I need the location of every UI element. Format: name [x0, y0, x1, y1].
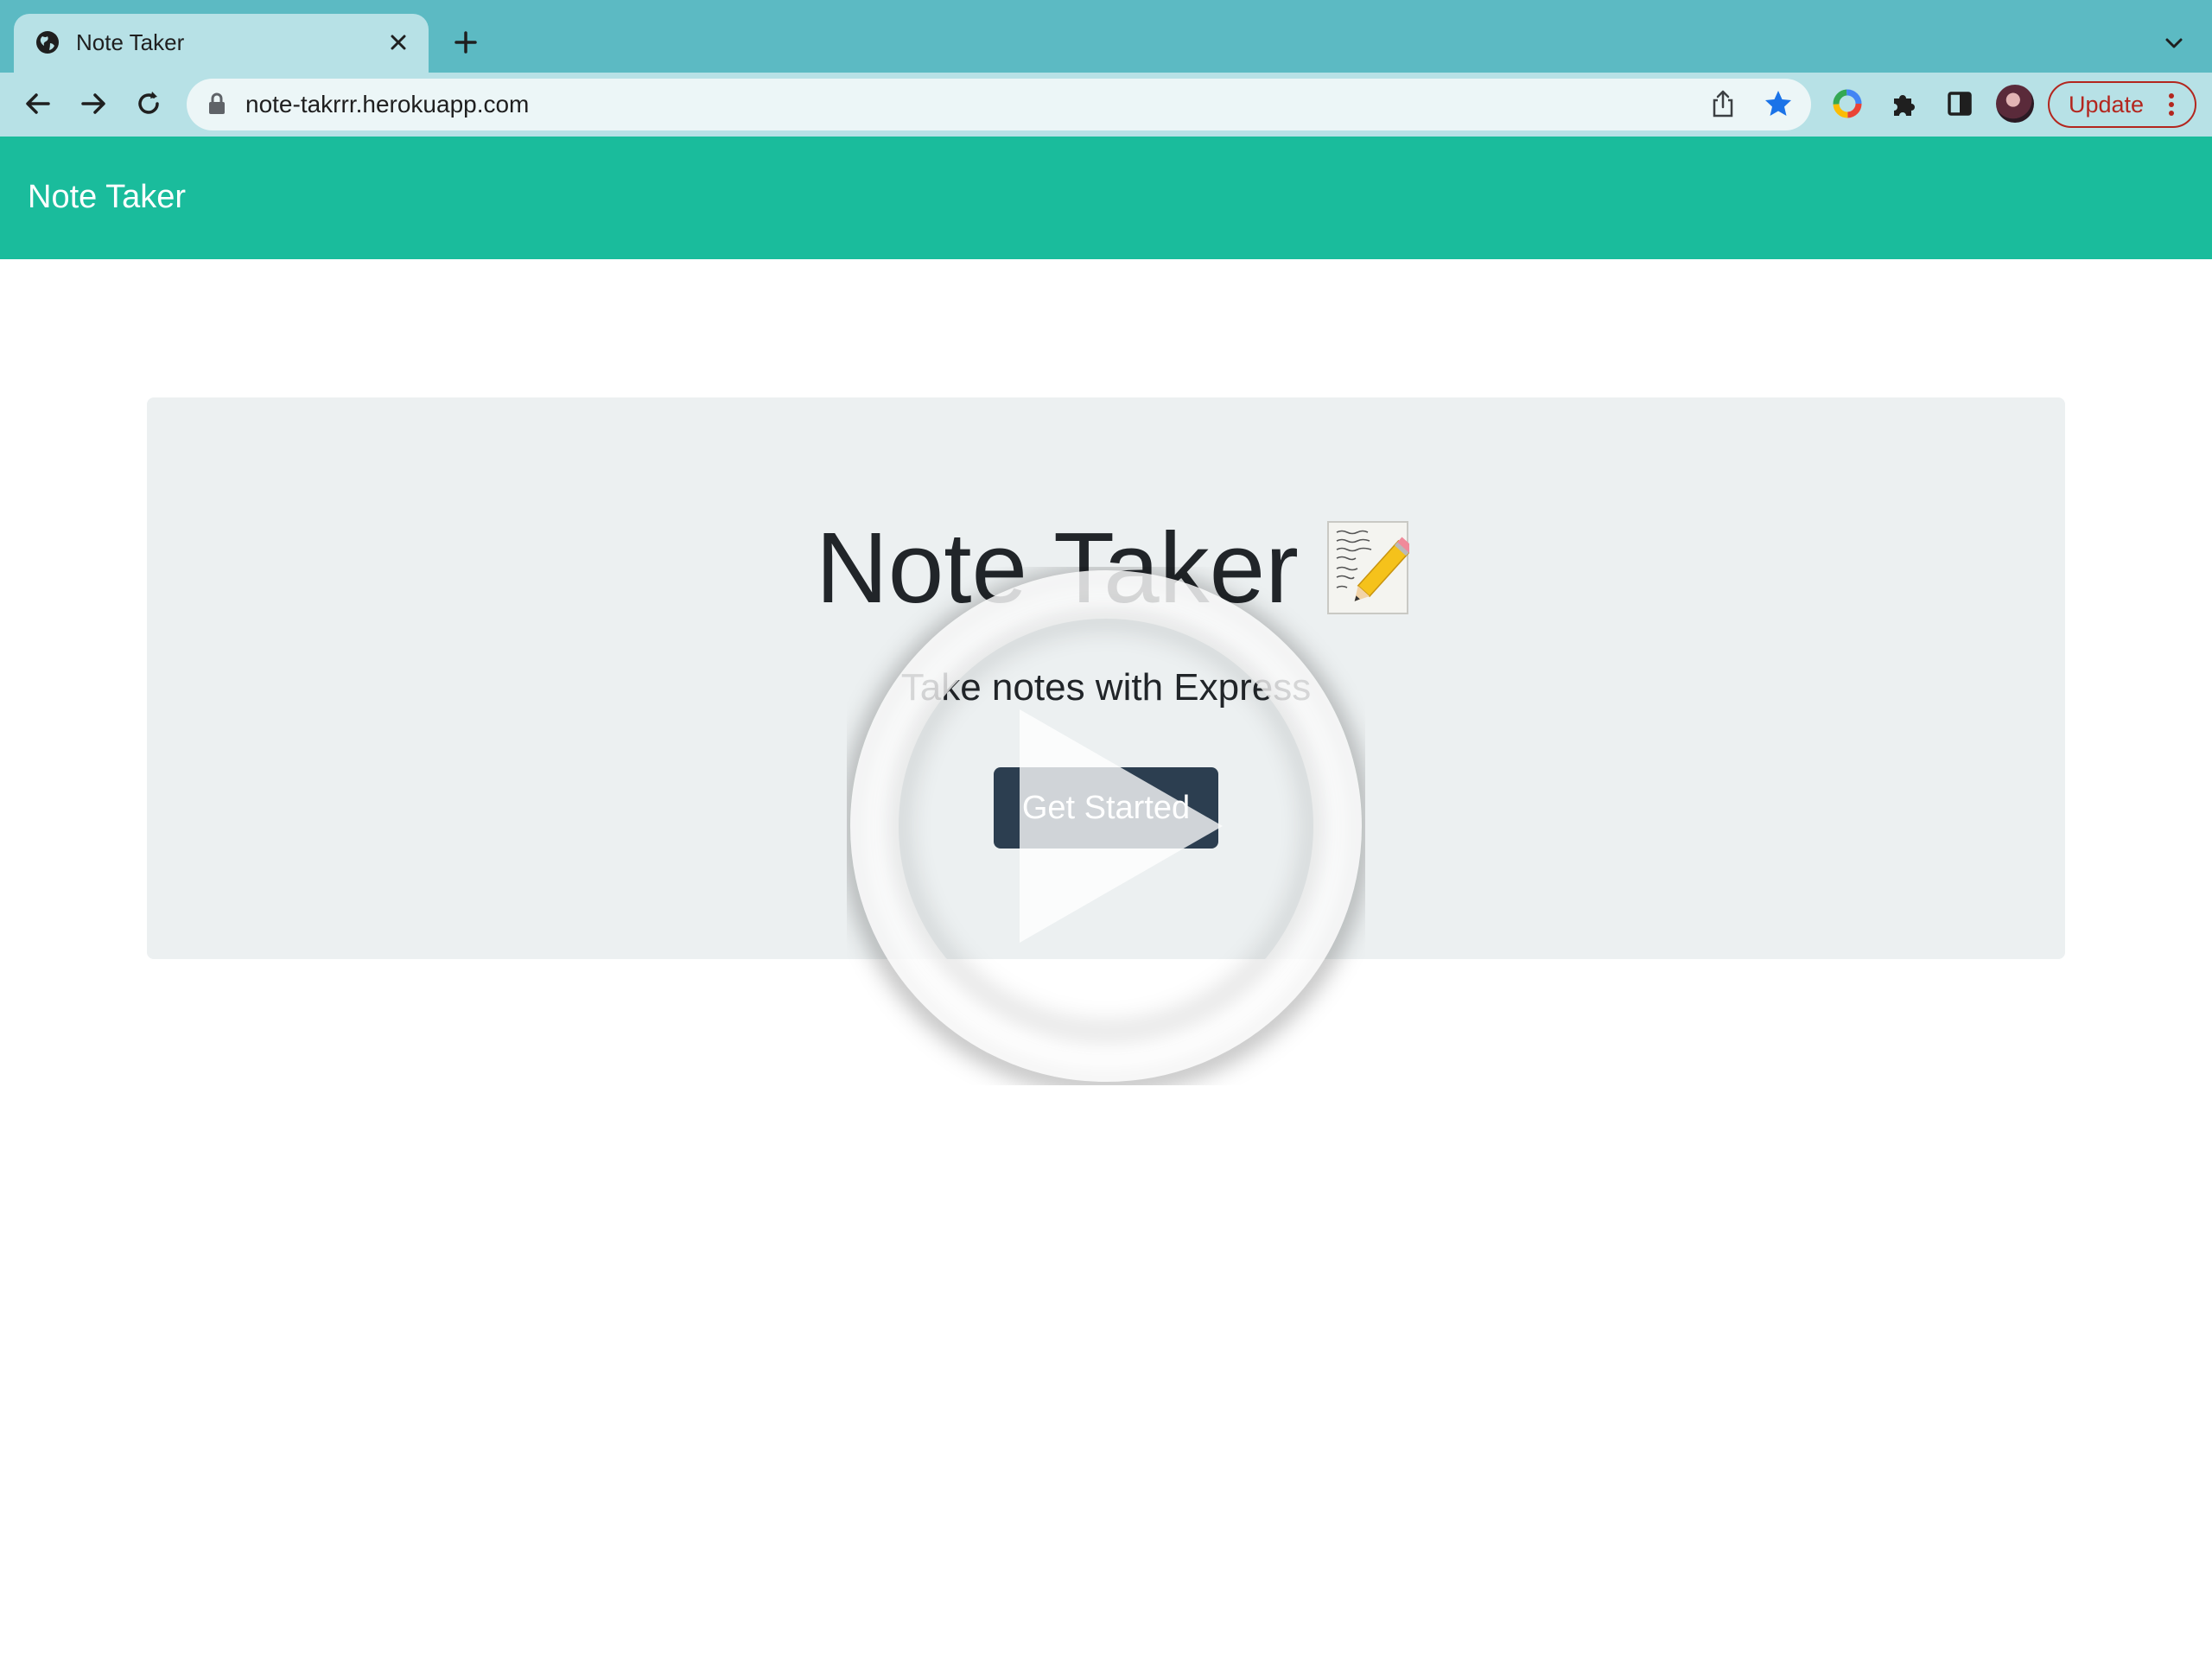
side-panel-icon[interactable] — [1944, 88, 1975, 119]
lock-icon[interactable] — [207, 92, 226, 116]
arrow-left-icon[interactable] — [22, 88, 54, 119]
plus-icon[interactable] — [453, 29, 479, 55]
tab-title: Note Taker — [76, 29, 185, 55]
update-label[interactable]: Update — [2069, 90, 2144, 119]
puzzle-icon[interactable] — [1889, 88, 1920, 119]
globe-icon — [36, 31, 59, 54]
close-icon[interactable] — [387, 31, 410, 54]
kebab-menu-icon[interactable] — [2167, 92, 2176, 118]
share-icon[interactable] — [1709, 88, 1737, 119]
reload-icon[interactable] — [133, 88, 164, 119]
avatar[interactable] — [1996, 85, 2034, 123]
play-icon[interactable] — [847, 567, 1365, 1085]
url-text[interactable]: note-takrrr.herokuapp.com — [245, 90, 529, 119]
color-wheel-icon[interactable] — [1832, 88, 1863, 119]
arrow-right-icon[interactable] — [78, 88, 109, 119]
app-navbar — [0, 137, 2212, 259]
navbar-brand[interactable]: Note Taker — [28, 176, 186, 218]
chevron-down-icon[interactable] — [2160, 33, 2188, 54]
star-icon[interactable] — [1763, 88, 1794, 119]
